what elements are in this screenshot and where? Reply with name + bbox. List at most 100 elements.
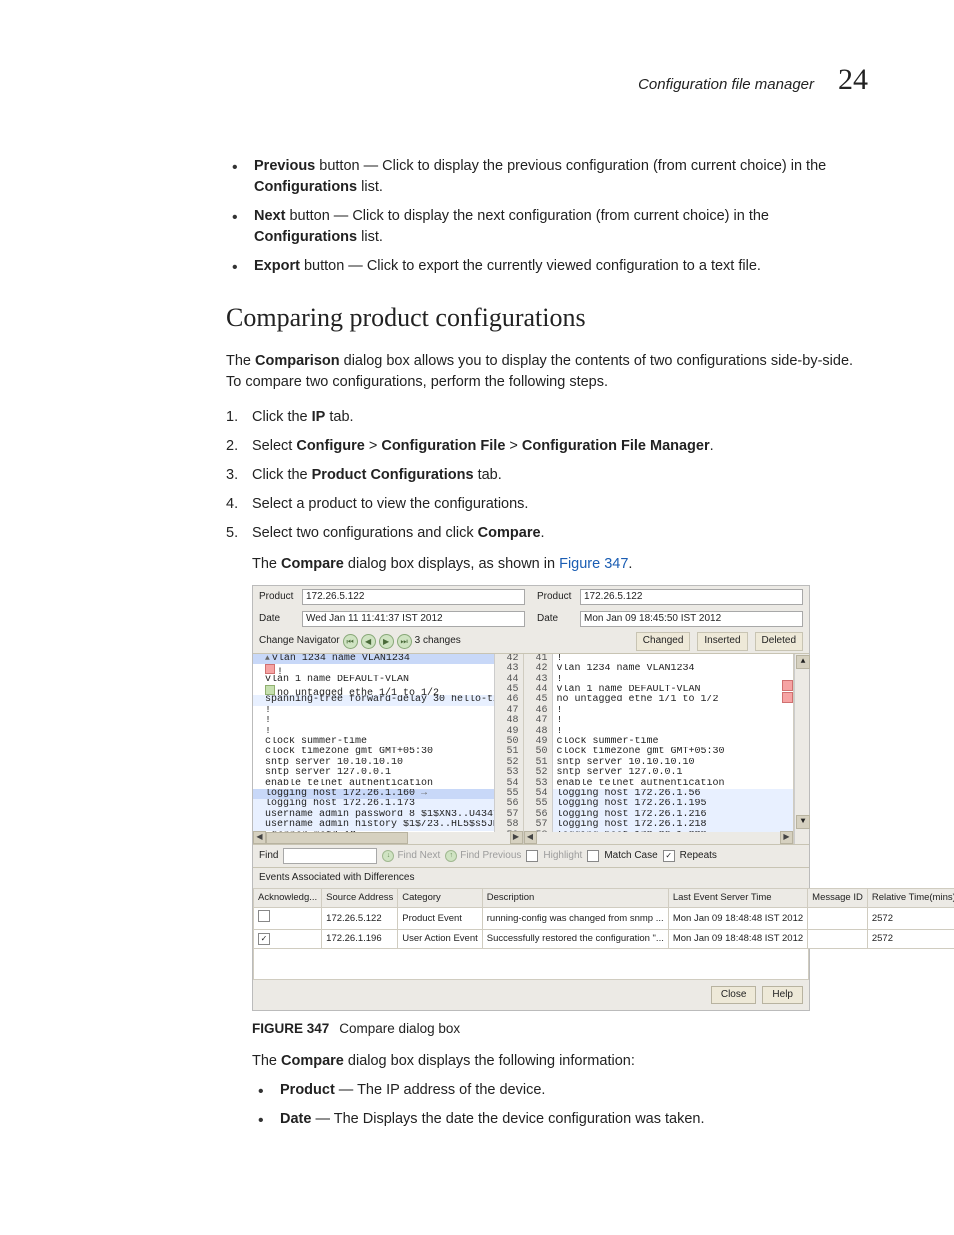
diff-left-column: ▲vlan 1234 name VLAN123442!43vlan 1 name… bbox=[253, 654, 524, 844]
table-cell: ✓ bbox=[254, 929, 322, 948]
diff-line: 51sntp server 10.10.10.10 bbox=[524, 758, 794, 768]
match-case-checkbox[interactable] bbox=[587, 850, 599, 862]
diff-line: 43! bbox=[524, 675, 794, 685]
diff-line: 49clock summer-time bbox=[524, 737, 794, 747]
diff-line: username admin password 8 $1$XN3..U434Tj… bbox=[253, 810, 523, 820]
close-button[interactable]: Close bbox=[711, 986, 757, 1005]
table-header[interactable]: Category bbox=[398, 889, 483, 908]
diff-line: logging host 172.26.1.17356 bbox=[253, 799, 523, 809]
table-cell: 172.26.1.196 bbox=[322, 929, 398, 948]
hscroll-thumb[interactable] bbox=[266, 832, 408, 844]
highlight-checkbox[interactable] bbox=[526, 850, 538, 862]
changes-count: 3 changes bbox=[415, 634, 461, 649]
step-5: Select two configurations and click Comp… bbox=[226, 523, 868, 544]
date-input-left[interactable]: Wed Jan 11 11:41:37 IST 2012 bbox=[302, 611, 525, 627]
table-header[interactable]: Relative Time(mins) bbox=[867, 889, 954, 908]
table-cell: 2572 bbox=[867, 908, 954, 930]
section-intro: The Comparison dialog box allows you to … bbox=[226, 351, 868, 393]
hscroll-right-arrow[interactable]: ▶ bbox=[780, 831, 793, 844]
ack-checkbox[interactable] bbox=[258, 910, 270, 922]
page-header: Configuration file manager 24 bbox=[86, 58, 868, 102]
diff-line: enable telnet authentication54 bbox=[253, 779, 523, 789]
figure-link[interactable]: Figure 347 bbox=[559, 556, 628, 572]
list-item: Export button — Click to export the curr… bbox=[226, 256, 868, 277]
hscroll-left-arrow[interactable]: ◀ bbox=[524, 831, 537, 844]
legend-inserted: Inserted bbox=[697, 632, 747, 651]
change-navigator-label: Change Navigator bbox=[259, 634, 340, 649]
chapter-number: 24 bbox=[838, 58, 868, 102]
table-header[interactable]: Description bbox=[482, 889, 668, 908]
diff-line: 41! bbox=[524, 654, 794, 664]
product-input-left[interactable]: 172.26.5.122 bbox=[302, 589, 525, 605]
repeats-checkbox[interactable]: ✓ bbox=[663, 850, 675, 862]
diff-line: username admin history $1$/23..HL5$s5JMB… bbox=[253, 820, 523, 830]
steps-list: Click the IP tab. Select Configure > Con… bbox=[226, 407, 868, 544]
ack-checkbox[interactable]: ✓ bbox=[258, 933, 270, 945]
table-cell: Product Event bbox=[398, 908, 483, 930]
diff-line: 54logging host 172.26.1.56 bbox=[524, 789, 794, 799]
table-cell bbox=[254, 908, 322, 930]
diff-line: sntp server 127.0.0.153 bbox=[253, 768, 523, 778]
nav-first-button[interactable]: ⏮ bbox=[343, 634, 358, 649]
table-header[interactable]: Acknowledg... bbox=[254, 889, 322, 908]
gutter-mark-icon bbox=[782, 692, 793, 703]
diff-line: 52sntp server 127.0.0.1 bbox=[524, 768, 794, 778]
find-input[interactable] bbox=[283, 848, 377, 864]
diff-line: ▲vlan 1234 name VLAN123442 bbox=[253, 654, 523, 664]
hscroll-left-arrow[interactable]: ◀ bbox=[253, 831, 266, 844]
list-item: Previous button — Click to display the p… bbox=[226, 156, 868, 198]
highlight-label: Highlight bbox=[543, 849, 582, 864]
diff-line: 50clock timezone gmt GMT+05:30 bbox=[524, 747, 794, 757]
product-label-left: Product bbox=[259, 590, 297, 605]
diff-right-column: 41!42vlan 1234 name VLAN123443!44vlan 1 … bbox=[524, 654, 795, 844]
step-2: Select Configure > Configuration File > … bbox=[226, 436, 868, 457]
diff-line: logging host 172.26.1.160 →55 bbox=[253, 789, 523, 799]
diff-line: 46! bbox=[524, 706, 794, 716]
after-figure-text: The Compare dialog box displays the foll… bbox=[252, 1051, 868, 1072]
table-cell: 2572 bbox=[867, 929, 954, 948]
diff-line: 56logging host 172.26.1.216 bbox=[524, 810, 794, 820]
match-case-label: Match Case bbox=[604, 849, 657, 864]
arrow-up-icon: ↑ bbox=[445, 850, 457, 862]
table-cell: Mon Jan 09 18:48:48 IST 2012 bbox=[668, 908, 807, 930]
diff-line: 53enable telnet authentication bbox=[524, 779, 794, 789]
table-header[interactable]: Last Event Server Time bbox=[668, 889, 807, 908]
diff-line: !47 bbox=[253, 706, 523, 716]
table-cell bbox=[808, 929, 868, 948]
button-description-list: Previous button — Click to display the p… bbox=[226, 156, 868, 277]
diff-line: clock summer-time50 bbox=[253, 737, 523, 747]
vscroll-down-arrow[interactable]: ▼ bbox=[796, 815, 810, 829]
table-cell: Successfully restored the configuration … bbox=[482, 929, 668, 948]
diff-line: no untagged ethe 1/1 to 1/245 bbox=[253, 685, 523, 695]
nav-next-button[interactable]: ▶ bbox=[379, 634, 394, 649]
table-row: ✓ 172.26.1.196User Action EventSuccessful… bbox=[254, 929, 954, 948]
events-table: Acknowledg...Source AddressCategoryDescr… bbox=[253, 888, 954, 948]
vscroll-up-arrow[interactable]: ▲ bbox=[796, 655, 810, 669]
product-label-right: Product bbox=[537, 590, 575, 605]
diff-line: spanning-tree forward-delay 30 hello-tim… bbox=[253, 695, 523, 705]
nav-last-button[interactable]: ⏭ bbox=[397, 634, 412, 649]
hscroll-right-arrow[interactable]: ▶ bbox=[510, 831, 523, 844]
section-heading: Comparing product configurations bbox=[226, 299, 868, 337]
find-prev-button[interactable]: ↑Find Previous bbox=[445, 849, 521, 864]
diff-line: vlan 1 name DEFAULT-VLAN44 bbox=[253, 675, 523, 685]
text-bold: Comparison bbox=[255, 353, 340, 369]
help-button[interactable]: Help bbox=[762, 986, 803, 1005]
step-1: Click the IP tab. bbox=[226, 407, 868, 428]
product-input-right[interactable]: 172.26.5.122 bbox=[580, 589, 803, 605]
table-cell: User Action Event bbox=[398, 929, 483, 948]
gutter-mark-icon bbox=[782, 680, 793, 691]
diff-line: 42vlan 1234 name VLAN1234 bbox=[524, 664, 794, 674]
table-header[interactable]: Message ID bbox=[808, 889, 868, 908]
legend-changed: Changed bbox=[636, 632, 691, 651]
date-input-right[interactable]: Mon Jan 09 18:45:50 IST 2012 bbox=[580, 611, 803, 627]
table-cell: 172.26.5.122 bbox=[322, 908, 398, 930]
diff-line: 57logging host 172.26.1.218 bbox=[524, 820, 794, 830]
diff-line: 44vlan 1 name DEFAULT-VLAN bbox=[524, 685, 794, 695]
diff-line: sntp server 10.10.10.1052 bbox=[253, 758, 523, 768]
diff-line: !49 bbox=[253, 727, 523, 737]
find-next-button[interactable]: ↓Find Next bbox=[382, 849, 440, 864]
table-header[interactable]: Source Address bbox=[322, 889, 398, 908]
nav-prev-button[interactable]: ◀ bbox=[361, 634, 376, 649]
vscroll[interactable]: ▲ ▼ bbox=[794, 654, 809, 844]
